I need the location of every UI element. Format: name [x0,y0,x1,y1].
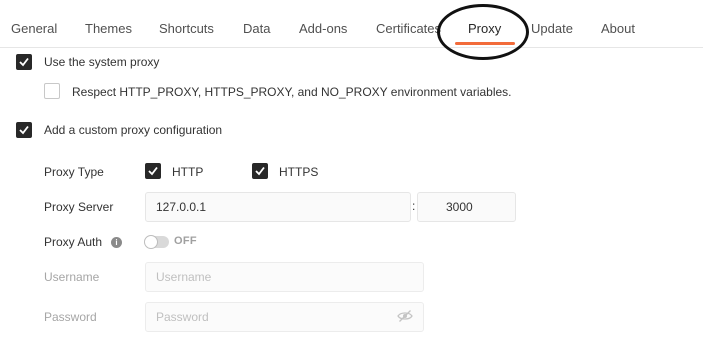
username-label: Username [44,270,100,284]
system-proxy-checkbox[interactable] [16,54,32,70]
custom-proxy-label: Add a custom proxy configuration [44,123,223,137]
proxy-server-port-input[interactable]: 3000 [417,192,516,222]
proxy-type-http-label: HTTP [172,165,204,179]
host-port-separator: : [412,199,416,213]
checkmark-icon [19,57,29,67]
respect-env-checkbox[interactable] [44,83,60,99]
tab-shortcuts[interactable]: Shortcuts [159,20,214,38]
respect-env-label: Respect HTTP_PROXY, HTTPS_PROXY, and NO_… [72,85,512,99]
custom-proxy-checkbox[interactable] [16,122,32,138]
tab-certificates[interactable]: Certificates [376,20,441,38]
checkmark-icon [19,125,29,135]
proxy-server-label: Proxy Server [44,200,114,214]
system-proxy-label: Use the system proxy [44,55,160,69]
tab-about[interactable]: About [601,20,635,38]
username-input[interactable]: Username [145,262,424,292]
checkmark-icon [148,166,158,176]
tab-proxy[interactable]: Proxy [468,20,501,38]
toggle-knob [144,235,158,249]
tab-general[interactable]: General [11,20,57,38]
password-input[interactable]: Password [145,302,424,332]
proxy-auth-toggle[interactable] [144,235,169,249]
settings-proxy-panel: General Themes Shortcuts Data Add-ons Ce… [0,0,703,342]
proxy-auth-label: Proxy Auth [44,235,103,249]
proxy-server-host-input[interactable]: 127.0.0.1 [145,192,411,222]
proxy-type-http-checkbox[interactable] [145,163,161,179]
checkmark-icon [255,166,265,176]
password-label: Password [44,310,97,324]
proxy-type-https-label: HTTPS [279,165,319,179]
proxy-type-https-checkbox[interactable] [252,163,268,179]
tab-update[interactable]: Update [531,20,573,38]
proxy-type-label: Proxy Type [44,165,104,179]
active-tab-indicator [455,42,515,45]
eye-slash-icon[interactable] [397,309,413,323]
tab-add-ons[interactable]: Add-ons [299,20,347,38]
settings-tab-bar: General Themes Shortcuts Data Add-ons Ce… [0,0,703,60]
info-icon[interactable]: i [111,237,122,248]
tab-themes[interactable]: Themes [85,20,132,38]
proxy-auth-toggle-state: OFF [174,235,197,247]
tab-data[interactable]: Data [243,20,270,38]
